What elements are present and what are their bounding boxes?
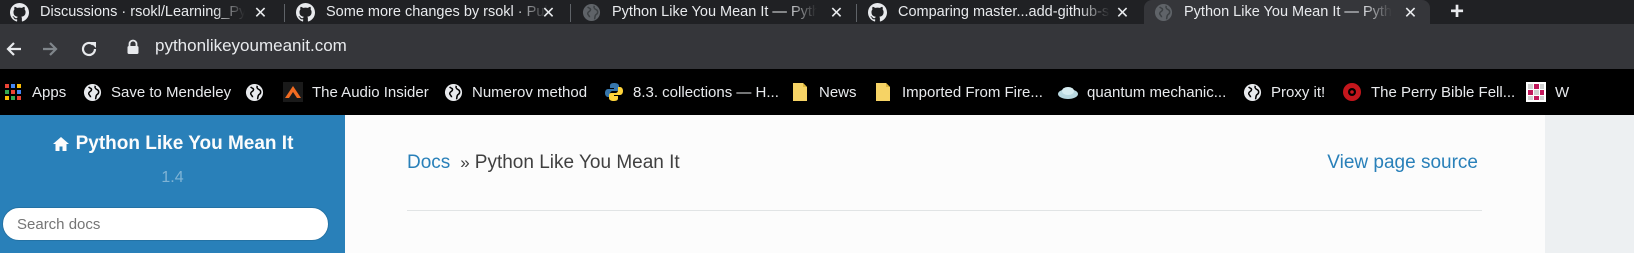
cloud-icon [1057,81,1079,103]
apps-grid-icon [2,81,24,103]
bookmark-proxy-it[interactable]: Proxy it! [1241,81,1325,103]
bookmark-label: W [1555,83,1570,101]
github-icon [10,3,29,22]
tab-comparing[interactable]: Comparing master...add-github-s ✕ [858,0,1142,24]
tab-pull-request[interactable]: Some more changes by rsokl · Pull ✕ [286,0,568,24]
globe-icon [1241,81,1263,103]
project-home-link[interactable]: Python Like You Mean It [0,133,345,155]
close-icon[interactable]: ✕ [827,3,846,22]
breadcrumb: Docs » Python Like You Mean It [407,152,680,174]
globe-icon [442,81,464,103]
bookmark-the-audio-insider[interactable]: The Audio Insider [282,81,429,103]
breadcrumb-separator: » [460,153,470,172]
github-icon [296,3,315,22]
tab-separator [856,4,857,22]
lock-icon[interactable] [126,39,140,60]
grid-icon [1525,81,1547,103]
bookmark-folder-news[interactable]: News [789,81,857,103]
folder-icon [872,81,894,103]
tab-title: Python Like You Mean It — Python [612,4,817,20]
bookmark-numerov-method[interactable]: Numerov method [442,81,587,103]
back-button[interactable] [2,37,26,61]
close-icon[interactable]: ✕ [1401,3,1420,22]
bookmark-label: 8.3. collections — H... [633,83,779,101]
breadcrumb-current: Python Like You Mean It [474,152,680,173]
globe-icon [582,3,601,22]
bookmark-label: Numerov method [472,83,588,101]
reload-icon [81,41,97,57]
folder-icon [789,81,811,103]
bookmark-label: The Audio Insider [312,83,429,101]
page-gutter [1545,115,1634,253]
python-icon [603,81,625,103]
docs-sidebar: Python Like You Mean It 1.4 [0,115,345,253]
tab-title: Comparing master...add-github-s [898,4,1110,20]
globe-icon [243,81,265,103]
search-box[interactable] [2,207,329,241]
bookmark-collections[interactable]: 8.3. collections — H... [603,81,779,103]
bookmark-save-to-mendeley[interactable]: Save to Mendeley [81,81,231,103]
bookmark-label: quantum mechanic... [1087,83,1227,101]
docs-content: Docs » Python Like You Mean It View page… [345,115,1545,253]
arrow-left-icon [6,42,21,56]
url-text: pythonlikeyoumeanit.com [155,36,347,55]
globe-icon [1154,3,1173,22]
bookmark-label: News [819,83,857,101]
breadcrumb-docs-link[interactable]: Docs [407,152,450,174]
close-icon[interactable]: ✕ [1113,3,1132,22]
bookmark-perry-bible[interactable]: The Perry Bible Fell... [1341,81,1515,103]
address-bar[interactable]: pythonlikeyoumeanit.com [112,28,1627,64]
bookmarks-bar: Apps Save to Mendeley The Audio Insider … [0,69,1634,115]
close-icon[interactable]: ✕ [539,3,558,22]
bookmark-label: Apps [32,83,67,101]
tab-title: Python Like You Mean It — Python [1184,4,1392,20]
forward-button[interactable] [38,37,62,61]
tab-plyumi-1[interactable]: Python Like You Mean It — Python ✕ [572,0,856,24]
audio-insider-icon [282,81,304,103]
tab-title: Discussions · rsokl/Learning_Python [40,4,245,20]
perry-bible-icon [1341,81,1363,103]
bookmark-w[interactable]: W [1525,81,1569,103]
tab-separator [570,4,571,22]
tab-strip: Discussions · rsokl/Learning_Python ✕ So… [0,0,1634,25]
project-title: Python Like You Mean It [75,133,294,154]
tab-plyumi-active[interactable]: Python Like You Mean It — Python ✕ [1144,0,1430,24]
home-icon [52,137,69,151]
divider [407,210,1482,211]
bookmark-globe[interactable] [243,81,273,103]
close-icon[interactable]: ✕ [251,3,270,22]
bookmark-apps[interactable]: Apps [2,81,66,103]
tab-discussions[interactable]: Discussions · rsokl/Learning_Python ✕ [0,0,280,24]
bookmark-quantum-mechanic[interactable]: quantum mechanic... [1057,81,1226,103]
reload-button[interactable] [77,37,101,61]
tab-title: Some more changes by rsokl · Pull [326,4,548,20]
bookmark-label: Save to Mendeley [111,83,232,101]
bookmark-folder-imported[interactable]: Imported From Fire... [872,81,1043,103]
bookmark-label: Proxy it! [1271,83,1326,101]
bookmark-label: The Perry Bible Fell... [1371,83,1516,101]
browser-toolbar: pythonlikeyoumeanit.com [0,24,1634,69]
globe-icon [81,81,103,103]
tab-separator [284,4,285,22]
search-input[interactable] [3,208,328,240]
new-tab-button[interactable]: + [1442,0,1472,25]
bookmark-label: Imported From Fire... [902,83,1043,101]
view-page-source-link[interactable]: View page source [1327,152,1478,174]
github-icon [868,3,887,22]
version-label: 1.4 [161,169,184,186]
arrow-right-icon [43,42,58,56]
